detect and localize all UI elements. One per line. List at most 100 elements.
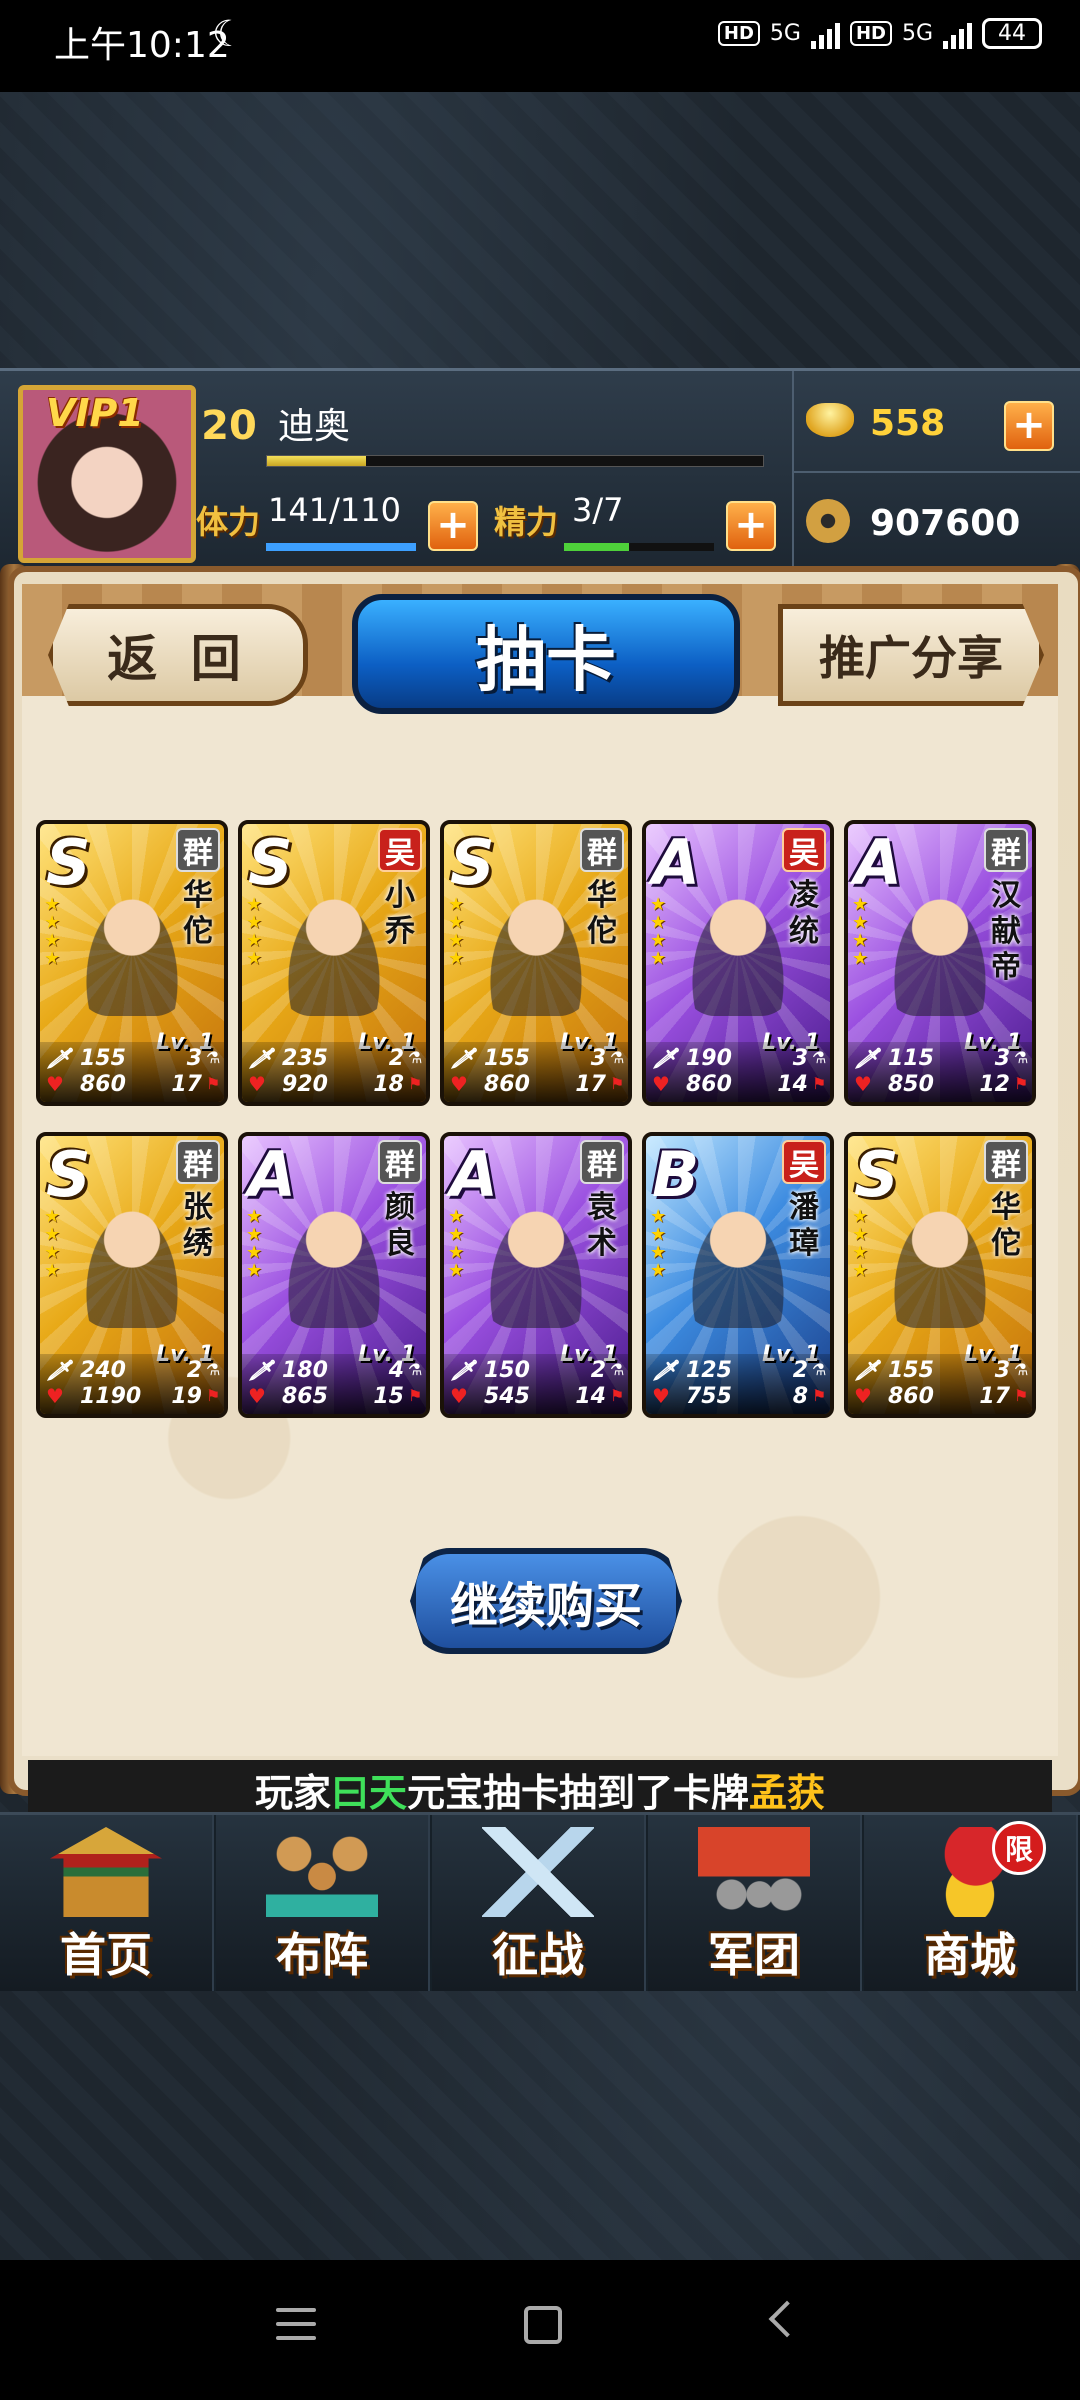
stamina-bar <box>266 543 416 551</box>
attack-value: 155 <box>888 1358 934 1383</box>
hp-value: 860 <box>80 1072 126 1097</box>
hero-card[interactable]: S群华佗★★★★Lv. 1🗡1553⚗♥86017⚑ <box>440 820 632 1106</box>
nav-item[interactable]: 首页 <box>0 1815 214 1991</box>
stamina-label: 体力 <box>196 503 261 541</box>
heart-icon: ♥ <box>46 1384 64 1408</box>
hero-name: 凌统 <box>789 878 819 949</box>
hero-card[interactable]: S群张绣★★★★Lv. 1🗡2402⚗♥119019⚑ <box>36 1132 228 1418</box>
bottom-navigation: 首页 布阵 征战 军团 商城 限 <box>0 1812 1080 1991</box>
hero-card[interactable]: S吴小乔★★★★Lv. 1🗡2352⚗♥92018⚑ <box>238 820 430 1106</box>
hp-value: 860 <box>686 1072 732 1097</box>
potion-icon: ⚗ <box>206 1360 221 1379</box>
card-stats: 🗡 125 2 ⚗ ♥ 755 8 ⚑ <box>646 1354 830 1414</box>
hero-name: 张绣 <box>183 1190 213 1261</box>
attack-value: 190 <box>686 1046 732 1071</box>
divider <box>794 471 1080 473</box>
crossed-swords-icon <box>482 1827 594 1917</box>
gold-amount: 558 <box>870 403 946 444</box>
hp-rank: 15 <box>373 1384 404 1409</box>
hero-name: 华佗 <box>587 878 617 949</box>
hp-value: 920 <box>282 1072 328 1097</box>
attack-rank: 3 <box>994 1046 1010 1071</box>
potion-icon: ⚗ <box>408 1048 423 1067</box>
heart-icon: ♥ <box>248 1384 266 1408</box>
hero-card[interactable]: A群汉献帝★★★★Lv. 1🗡1153⚗♥85012⚑ <box>844 820 1036 1106</box>
card-grade: S <box>854 1138 899 1211</box>
nav-item[interactable]: 商城 限 <box>864 1815 1078 1991</box>
nav-item[interactable]: 征战 <box>432 1815 646 1991</box>
attack-value: 115 <box>888 1046 934 1071</box>
nav-label: 商城 <box>924 1928 1016 1982</box>
nav-label: 军团 <box>708 1928 800 1982</box>
card-grade: A <box>248 1138 296 1211</box>
faction-badge: 群 <box>378 1140 422 1184</box>
potion-icon: ⚗ <box>812 1360 827 1379</box>
hero-name: 小乔 <box>385 878 415 949</box>
sword-icon: 🗡 <box>450 1358 476 1382</box>
hero-card[interactable]: A群颜良★★★★Lv. 1🗡1804⚗♥86515⚑ <box>238 1132 430 1418</box>
card-stats: 🗡 240 2 ⚗ ♥ 1190 19 ⚑ <box>40 1354 224 1414</box>
flag-icon: ⚑ <box>812 1074 827 1093</box>
heart-icon: ♥ <box>652 1072 670 1096</box>
card-grade: A <box>854 826 902 899</box>
attack-value: 180 <box>282 1358 328 1383</box>
sword-icon: 🗡 <box>248 1046 274 1070</box>
nav-item[interactable]: 布阵 <box>216 1815 430 1991</box>
hero-card[interactable]: S群华佗★★★★Lv. 1🗡1553⚗♥86017⚑ <box>844 1132 1036 1418</box>
back-button[interactable]: 返 回 <box>48 604 308 706</box>
add-energy-button[interactable]: + <box>726 501 776 551</box>
sword-icon: 🗡 <box>46 1358 72 1382</box>
back-icon[interactable] <box>768 2300 806 2338</box>
card-stats: 🗡 235 2 ⚗ ♥ 920 18 ⚑ <box>242 1042 426 1102</box>
vip-badge[interactable]: VIP1 <box>46 391 144 435</box>
attack-value: 235 <box>282 1046 328 1071</box>
card-stats: 🗡 180 4 ⚗ ♥ 865 15 ⚑ <box>242 1354 426 1414</box>
player-name: 迪奥 <box>278 406 351 447</box>
faction-badge: 吴 <box>378 828 422 872</box>
flag-icon: ⚑ <box>206 1074 221 1093</box>
attack-rank: 2 <box>388 1046 404 1071</box>
add-stamina-button[interactable]: + <box>428 501 478 551</box>
hero-card[interactable]: A群袁术★★★★Lv. 1🗡1502⚗♥54514⚑ <box>440 1132 632 1418</box>
hp-rank: 14 <box>575 1384 606 1409</box>
moon-icon: ☾ <box>212 14 245 55</box>
card-stats: 🗡 150 2 ⚗ ♥ 545 14 ⚑ <box>444 1354 628 1414</box>
potion-icon: ⚗ <box>1014 1360 1029 1379</box>
marquee-card: 孟获 <box>749 1770 826 1815</box>
flag-icon: ⚑ <box>1014 1074 1029 1093</box>
hero-card[interactable]: S群华佗★★★★Lv. 1🗡1553⚗♥86017⚑ <box>36 820 228 1106</box>
status-bar: 上午10:12 ☾ HD 5G HD 5G 44 <box>0 0 1080 92</box>
potion-icon: ⚗ <box>408 1360 423 1379</box>
share-button[interactable]: 推广分享 <box>778 604 1044 706</box>
flag-icon: ⚑ <box>1014 1386 1029 1405</box>
home-icon[interactable] <box>524 2306 562 2344</box>
potion-icon: ⚗ <box>812 1048 827 1067</box>
star-icons: ★ ★ ★ ★ <box>44 894 61 969</box>
nav-item[interactable]: 军团 <box>648 1815 862 1991</box>
exp-bar <box>266 455 764 467</box>
sword-icon: 🗡 <box>652 1046 678 1070</box>
sword-icon: 🗡 <box>652 1358 678 1382</box>
star-icons: ★ ★ ★ ★ <box>852 894 869 969</box>
hero-card[interactable]: B吴潘璋★★★★Lv. 1🗡1252⚗♥7558⚑ <box>642 1132 834 1418</box>
potion-icon: ⚗ <box>206 1048 221 1067</box>
hero-portrait <box>74 1192 190 1328</box>
hero-card[interactable]: A吴凌统★★★★Lv. 1🗡1903⚗♥86014⚑ <box>642 820 834 1106</box>
attack-value: 155 <box>80 1046 126 1071</box>
hp-rank: 8 <box>792 1384 808 1409</box>
gold-ingot-icon <box>806 403 854 437</box>
network-label: 5G <box>769 21 801 46</box>
heart-icon: ♥ <box>46 1072 64 1096</box>
player-info-bar: VIP1 20 迪奥 体力 141/110 + 精力 3/7 + 558 + 9… <box>0 368 1080 582</box>
card-grade: S <box>450 826 495 899</box>
continue-buy-button[interactable]: 继续购买 <box>410 1548 682 1654</box>
star-icons: ★ ★ ★ ★ <box>650 894 667 969</box>
add-gold-button[interactable]: + <box>1004 401 1054 451</box>
sword-icon: 🗡 <box>854 1046 880 1070</box>
sword-icon: 🗡 <box>854 1358 880 1382</box>
recent-apps-icon[interactable] <box>276 2308 316 2340</box>
card-grade: S <box>46 1138 91 1211</box>
potion-icon: ⚗ <box>610 1360 625 1379</box>
energy-label: 精力 <box>494 503 559 541</box>
attack-value: 125 <box>686 1358 732 1383</box>
